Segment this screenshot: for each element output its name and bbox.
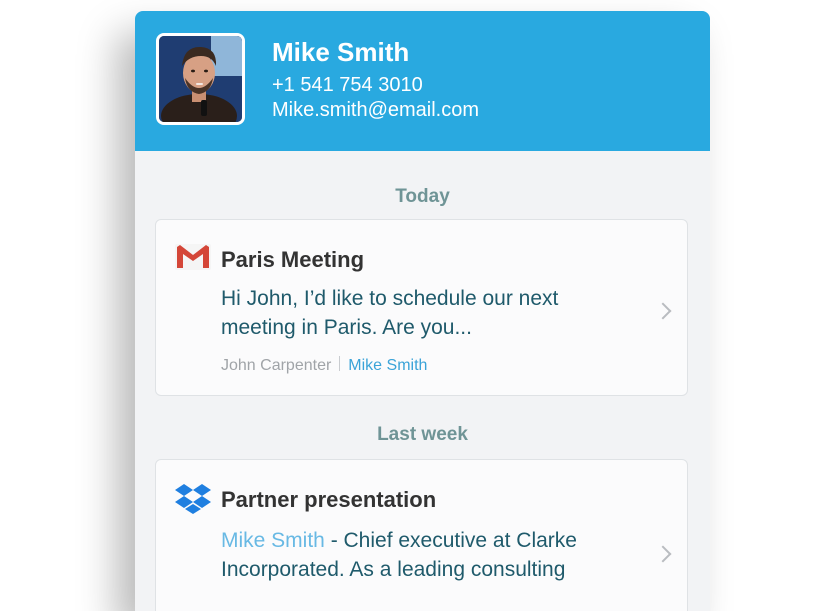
chevron-right-icon[interactable] xyxy=(654,545,672,563)
chevron-right-icon[interactable] xyxy=(654,302,672,320)
dropbox-icon xyxy=(175,482,211,519)
card-body: Hi John, I’d like to schedule our next m… xyxy=(221,287,559,339)
contact-link[interactable]: Mike Smith xyxy=(221,529,325,552)
avatar-photo xyxy=(159,36,242,122)
contact-name: Mike Smith xyxy=(272,37,410,67)
card-body: Mike Smith - Chief executive at Clarke I… xyxy=(221,526,651,584)
card-title: Paris Meeting xyxy=(221,247,365,272)
document-card-partner-presentation[interactable]: Partner presentation Mike Smith - Chief … xyxy=(155,459,688,611)
sender-name: John Carpenter xyxy=(221,357,332,374)
section-label-today: Today xyxy=(395,186,450,207)
contact-email[interactable]: Mike.smith@email.com xyxy=(272,99,479,122)
recipient-link[interactable]: Mike Smith xyxy=(348,357,427,374)
meta-divider xyxy=(339,356,341,371)
avatar[interactable] xyxy=(156,33,245,125)
gmail-icon xyxy=(175,244,211,275)
card-meta: John Carpenter Mike Smith xyxy=(221,356,427,375)
contact-panel: Mike Smith +1 541 754 3010 Mike.smith@em… xyxy=(135,11,710,611)
card-title: Partner presentation xyxy=(221,487,437,512)
contact-phone[interactable]: +1 541 754 3010 xyxy=(272,74,423,97)
section-label-last-week: Last week xyxy=(377,424,468,445)
email-card-paris-meeting[interactable]: Paris Meeting Hi John, I’d like to sched… xyxy=(155,219,688,396)
contact-header: Mike Smith +1 541 754 3010 Mike.smith@em… xyxy=(135,11,710,151)
